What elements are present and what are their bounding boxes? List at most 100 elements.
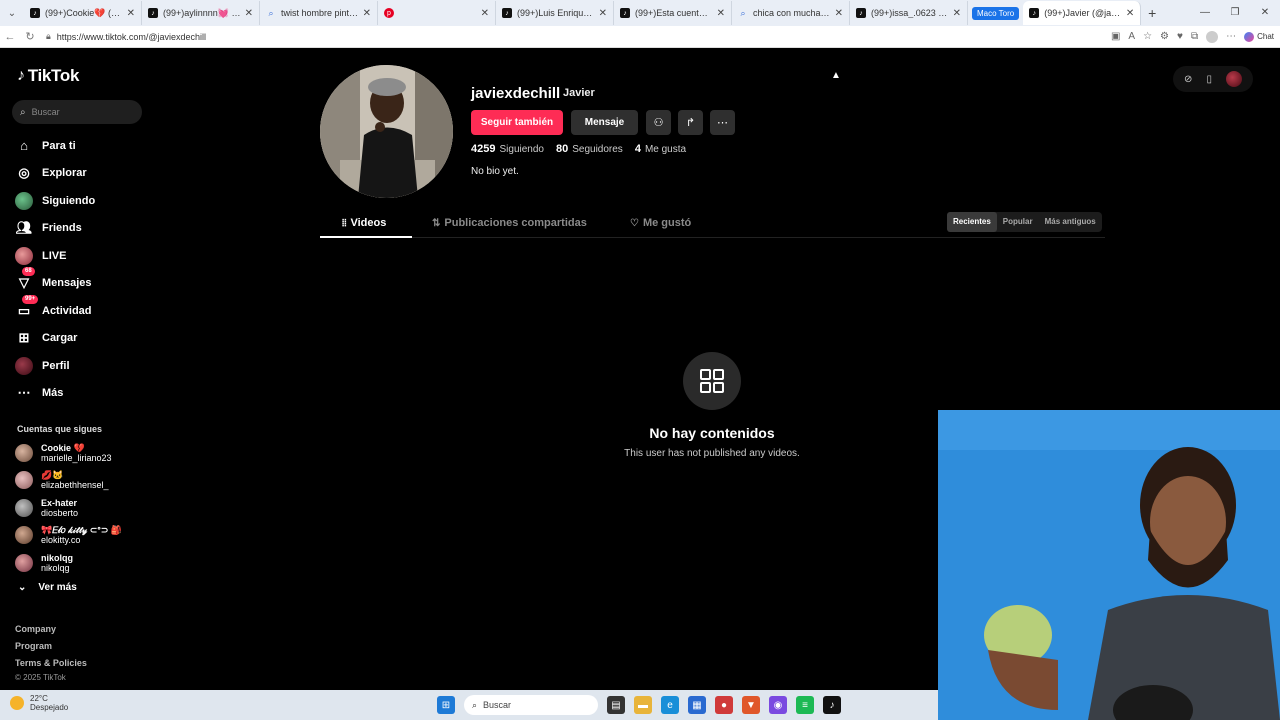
file-explorer-icon[interactable]: ▬ (634, 696, 652, 714)
translate-icon[interactable]: A (1128, 31, 1135, 42)
following-account[interactable]: Ex-hater diosberto (15, 494, 145, 522)
unread-badge: 68 (22, 267, 35, 277)
search-icon: ⌕ (20, 106, 26, 118)
close-icon[interactable]: ✕ (835, 8, 843, 19)
sidebar-item-para-ti[interactable]: ⌂ Para ti (14, 132, 144, 160)
sidebar-item-actividad[interactable]: ▭ 99+ Actividad (14, 294, 144, 325)
search-input[interactable]: ⌕ Buscar (12, 100, 142, 124)
browser-tab[interactable]: ♪ (99+)aylinnnn💓 (@aylin ✕ (142, 1, 260, 25)
device-icon[interactable]: ▯ (1206, 74, 1212, 85)
sidebar-item-siguiendo[interactable]: Siguiendo (14, 187, 144, 215)
app-red-icon[interactable]: ● (715, 696, 733, 714)
close-icon[interactable]: ✕ (953, 8, 961, 19)
close-icon[interactable]: ✕ (363, 8, 371, 19)
brave-icon[interactable]: ▼ (742, 696, 760, 714)
reload-icon[interactable]: ↻ (20, 30, 40, 43)
new-tab-icon[interactable]: + (1141, 5, 1163, 21)
tiktok-logo[interactable]: ♪ TikTok (17, 66, 79, 86)
maximize-icon[interactable]: ❐ (1220, 0, 1250, 26)
edge-icon[interactable]: e (661, 696, 679, 714)
chevron-down-icon: ⌄ (18, 582, 27, 593)
windows-start-icon[interactable]: ⊞ (437, 696, 455, 714)
sidebar-item-live[interactable]: LIVE (14, 242, 144, 270)
add-friend-icon: ⚇ (653, 117, 664, 129)
message-button[interactable]: Mensaje (571, 110, 638, 135)
more-options-button[interactable]: ⋯ (710, 110, 735, 135)
footer-link-terms[interactable]: Terms & Policies (15, 658, 87, 668)
minimize-icon[interactable]: — (1190, 0, 1220, 26)
following-account[interactable]: 💋🐱 elizabethhensel_ (15, 467, 145, 495)
close-icon[interactable]: ✕ (245, 8, 253, 19)
spotify-icon[interactable]: ≡ (796, 696, 814, 714)
close-icon[interactable]: ✕ (1126, 8, 1134, 19)
following-account[interactable]: 🎀𝐸𝓁𝑜 𝓀𝒾𝓉𝓉𝓎 ⊂ᐤ⊃ 🎒 elokitty.co (15, 522, 145, 550)
tiktok-icon[interactable]: ♪ (823, 696, 841, 714)
following-account[interactable]: nikolqg nikolqg (15, 549, 145, 577)
profile-avatar-icon[interactable] (1206, 30, 1219, 43)
tab-group-label[interactable]: Maco Toro (972, 6, 1020, 20)
tab-liked[interactable]: ♡ Me gustó (630, 208, 691, 238)
share-button[interactable]: ↱ (678, 110, 703, 135)
collections-icon[interactable]: ⧉ (1191, 31, 1198, 42)
footer-link-program[interactable]: Program (15, 641, 52, 651)
browser-tab[interactable]: ⌕ twist hombre pinteres - B ✕ (260, 1, 378, 25)
browser-tab[interactable]: p ✕ (378, 1, 496, 25)
account-handle: elokitty.co (41, 535, 81, 546)
sort-popular[interactable]: Popular (997, 212, 1039, 232)
lock-icon[interactable]: 🔒︎ (46, 31, 51, 42)
task-view-icon[interactable]: ▤ (607, 696, 625, 714)
close-icon[interactable]: ✕ (599, 8, 607, 19)
extensions-icon[interactable]: ⚙ (1160, 31, 1169, 42)
close-icon[interactable]: ✕ (717, 8, 725, 19)
close-icon[interactable]: ✕ (127, 8, 135, 19)
following-account[interactable]: Cookie 💔 marielle_liriano23 (15, 439, 145, 467)
avatar (15, 443, 33, 462)
browser-tab[interactable]: ♪ (99+)issa_.0623 (@issa_ ✕ (850, 1, 968, 25)
tab-videos[interactable]: ⦙⦙ Videos (342, 208, 386, 238)
browser-essentials-icon[interactable]: ♥ (1177, 31, 1183, 42)
account-name: 🎀𝐸𝓁𝑜 𝓀𝒾𝓉𝓉𝓎 ⊂ᐤ⊃ 🎒 (41, 525, 123, 536)
chat-app-icon[interactable]: ◉ (769, 696, 787, 714)
tab-reposts[interactable]: ⇅ Publicaciones compartidas (432, 208, 587, 238)
suggested-accounts-button[interactable]: ⚇ (646, 110, 671, 135)
search-placeholder: Buscar (31, 107, 60, 117)
tab-actions-icon[interactable]: ⌄ (0, 0, 24, 26)
window-close-icon[interactable]: ✕ (1250, 0, 1280, 26)
sidebar-item-mas[interactable]: ⋯ Más (14, 380, 144, 408)
copyright: © 2025 TikTok (15, 673, 66, 682)
browser-tab[interactable]: ♪ (99+)Esta cuenta es priv ✕ (614, 1, 732, 25)
user-avatar[interactable] (1225, 71, 1242, 87)
app-available-icon[interactable]: ▣ (1111, 31, 1120, 42)
nav-label: Siguiendo (42, 194, 96, 207)
url-field[interactable]: 🔒︎ https://www.tiktok.com/@javiexdechill (46, 28, 1056, 46)
copilot-button[interactable]: Chat (1244, 31, 1274, 42)
sidebar-item-mensajes[interactable]: ▽ 68 Mensajes (14, 267, 144, 298)
taskbar-search-placeholder: Buscar (483, 700, 512, 710)
url-text: https://www.tiktok.com/@javiexdechill (56, 31, 206, 42)
browser-tab-active[interactable]: ♪ (99+)Javier (@javiexdech ✕ (1023, 1, 1142, 25)
close-icon[interactable]: ✕ (481, 8, 489, 19)
taskbar-search[interactable]: ⌕ Buscar (464, 695, 598, 715)
footer-link-company[interactable]: Company (15, 624, 56, 634)
back-icon[interactable]: ← (0, 31, 20, 43)
coins-icon[interactable]: ⊘ (1184, 74, 1192, 85)
browser-tab[interactable]: ♪ (99+)Cookie💔 (@mariel ✕ (24, 1, 142, 25)
sidebar-item-friends[interactable]: 👥︎ Friends (14, 215, 144, 243)
sort-recent[interactable]: Recientes (947, 212, 997, 232)
weather-widget[interactable]: 22°C Despejado (10, 694, 68, 712)
profile-bio: No bio yet. (471, 166, 519, 177)
sidebar-item-perfil[interactable]: Perfil (14, 352, 144, 380)
follow-back-button[interactable]: Seguir también (471, 110, 563, 135)
sidebar-item-explorar[interactable]: ◎ Explorar (14, 160, 144, 188)
store-icon[interactable]: ▦ (688, 696, 706, 714)
browser-tab[interactable]: ♪ (99+)Luis Enrique ★ (@e ✕ (496, 1, 614, 25)
stat-followers[interactable]: 80 Seguidores (556, 143, 623, 155)
sidebar-item-cargar[interactable]: ⊞ Cargar (14, 325, 144, 353)
settings-more-icon[interactable]: ⋯ (1226, 31, 1236, 42)
tab-title: (99+)Javier (@javiexdech (1044, 8, 1122, 18)
favorite-star-icon[interactable]: ☆ (1143, 31, 1152, 42)
see-more-button[interactable]: ⌄ Ver más (18, 582, 77, 593)
sort-oldest[interactable]: Más antiguos (1039, 212, 1102, 232)
browser-tab[interactable]: ⌕ chica con mucha barba\ ✕ (732, 1, 850, 25)
stat-following[interactable]: 4259 Siguiendo (471, 143, 544, 155)
